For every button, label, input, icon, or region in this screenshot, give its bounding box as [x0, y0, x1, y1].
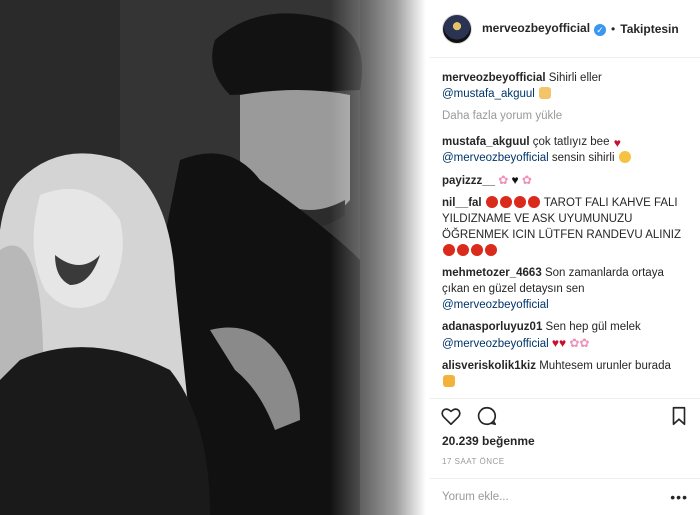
pointing-hand-emoji-icon — [443, 375, 455, 387]
list-item: mehmetozer_4663 Son zamanlarda ortaya çı… — [442, 265, 692, 313]
caption: merveozbeyofficial Sihirli eller @mustaf… — [442, 70, 692, 102]
post-side-panel: merveozbeyofficial ✓ • Takiptesin merveoz… — [430, 0, 700, 515]
more-options-icon[interactable]: ••• — [670, 489, 688, 505]
comment-username[interactable]: nil__fal — [442, 197, 482, 209]
page-curl-shadow — [330, 0, 430, 515]
caption-username[interactable]: merveozbeyofficial — [442, 72, 546, 84]
post-header: merveozbeyofficial ✓ • Takiptesin — [430, 0, 700, 58]
action-bar — [430, 398, 700, 432]
list-item: nil__fal TAROT FALI KAHVE FALI YILDIZNAM… — [442, 195, 692, 259]
comment-text-2: sensin sihirli — [551, 152, 615, 164]
list-item: alisveriskolik1kiz Muhtesem urunler bura… — [442, 358, 692, 390]
comment-icon[interactable] — [476, 405, 498, 427]
comment-mention[interactable]: @merveozbeyofficial — [442, 299, 549, 311]
comment-username[interactable]: mehmetozer_4663 — [442, 267, 542, 279]
likes-count[interactable]: 20.239 beğenme — [442, 434, 535, 448]
comment-username[interactable]: mustafa_akguul — [442, 136, 530, 148]
flower-emoji-icon: ✿ — [498, 173, 509, 187]
red-circle-emoji-icon — [499, 196, 512, 208]
red-circle-emoji-icon — [485, 244, 497, 256]
comment-username[interactable]: adanasporluyuz01 — [442, 321, 542, 333]
red-circle-emoji-icon — [485, 196, 498, 208]
red-circle-emoji-icon — [527, 196, 540, 208]
author-username[interactable]: merveozbeyofficial ✓ — [482, 21, 607, 36]
red-circle-emoji-icon — [471, 244, 483, 256]
post-timestamp: 17 SAAT ÖNCE — [442, 457, 505, 466]
flower-emoji-icon: ✿ — [521, 173, 532, 187]
add-comment-bar: Yorum ekle... ••• — [430, 478, 700, 515]
flower-emoji-icon: ✿✿ — [569, 336, 590, 350]
comments-list: merveozbeyofficial Sihirli eller @mustaf… — [442, 70, 692, 394]
red-circle-emoji-icon — [443, 244, 455, 256]
comment-text: Sen hep gül melek — [545, 321, 641, 333]
comment-text: çok tatlıyız bee — [532, 136, 610, 148]
comment-text: Muhtesem urunler burada — [539, 360, 671, 372]
verified-icon: ✓ — [594, 24, 607, 36]
comment-username[interactable]: payizzz__ — [442, 175, 495, 187]
list-item: adanasporluyuz01 Sen hep gül melek @merv… — [442, 319, 692, 352]
pray-emoji-icon — [539, 87, 552, 99]
list-item: payizzz__ ✿ ♥ ✿ — [442, 172, 692, 189]
black-heart-emoji-icon: ♥ — [511, 173, 519, 187]
bookmark-icon[interactable] — [668, 405, 690, 427]
avatar[interactable] — [442, 13, 472, 44]
load-more-comments-button[interactable]: Daha fazla yorum yükle — [442, 108, 692, 124]
list-item: mustafa_akguul çok tatlıyız bee ♥ @merve… — [442, 134, 692, 166]
red-circle-emoji-icon — [513, 196, 526, 208]
caption-text: Sihirli eller — [548, 72, 602, 84]
heart-emoji-icon: ♥♥ — [551, 336, 567, 350]
follow-status-button[interactable]: Takiptesin — [620, 22, 678, 36]
comment-mention[interactable]: @merveozbeyofficial — [442, 152, 549, 164]
post-photo — [0, 0, 430, 515]
heart-eyes-emoji-icon — [618, 151, 631, 163]
heart-icon[interactable] — [440, 405, 462, 427]
comment-username[interactable]: alisveriskolik1kiz — [442, 360, 536, 372]
red-circle-emoji-icon — [457, 244, 469, 256]
heart-emoji-icon: ♥ — [613, 136, 621, 150]
add-comment-input[interactable]: Yorum ekle... — [442, 491, 509, 503]
caption-mention[interactable]: @mustafa_akguul — [442, 88, 535, 100]
comment-mention[interactable]: @merveozbeyofficial — [442, 338, 549, 350]
separator-dot: • — [611, 21, 616, 36]
